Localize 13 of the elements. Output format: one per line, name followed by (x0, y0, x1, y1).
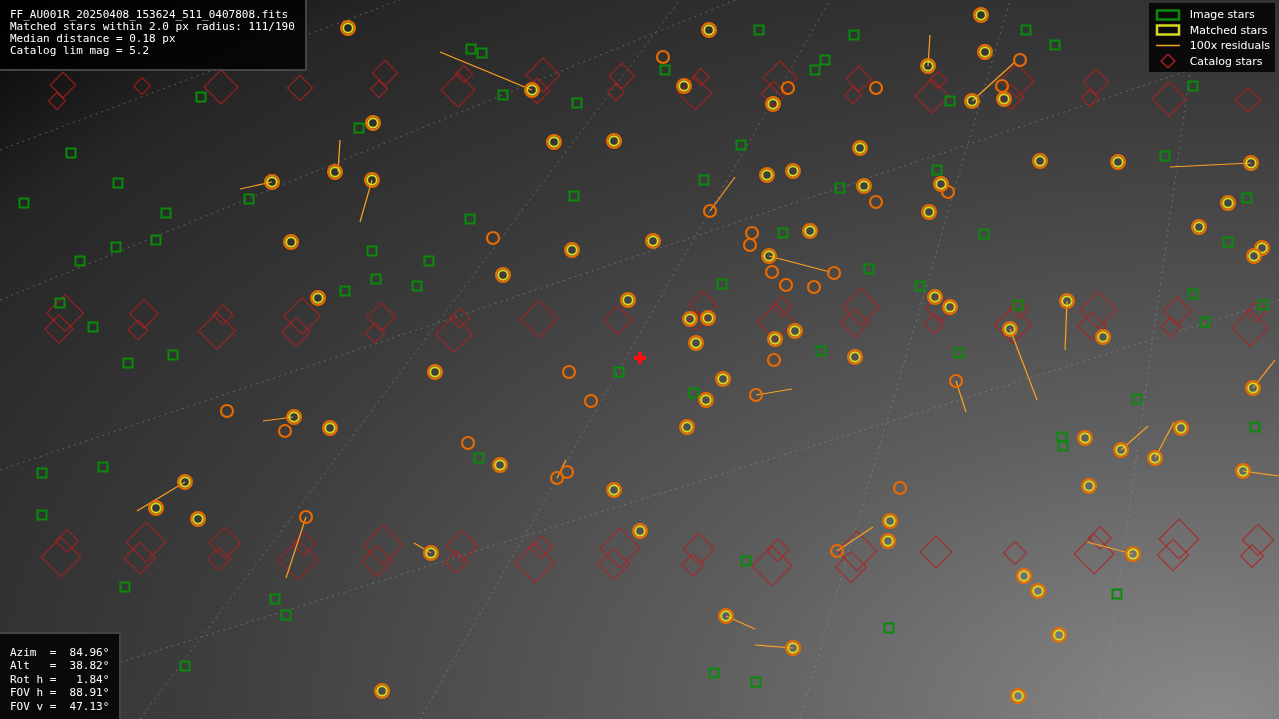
pointing-value: Azim = 84.96° (10, 645, 110, 659)
pointing-value: Alt = 38.82° (10, 659, 110, 673)
pointing-value: FOV h = 88.91° (10, 686, 110, 700)
legend-label: Catalog stars (1189, 53, 1263, 69)
info-text: Median distance = 0.18 px (10, 33, 177, 45)
legend-label: 100x residuals (1189, 38, 1270, 54)
pointing-value: Rot h = 1.84° (10, 672, 110, 686)
legend-label: Image stars (1189, 7, 1255, 23)
info-text: FF_AU001R_20250408_153624_511_0407808.fits (10, 9, 290, 21)
info-text: Matched stars within 2.0 px radius: 111/190 (10, 21, 295, 33)
info-text: Catalog lim mag = 5.2 (10, 45, 151, 57)
legend-label: Matched stars (1189, 22, 1268, 38)
pointing-value: FOV v = 47.13° (10, 699, 110, 713)
